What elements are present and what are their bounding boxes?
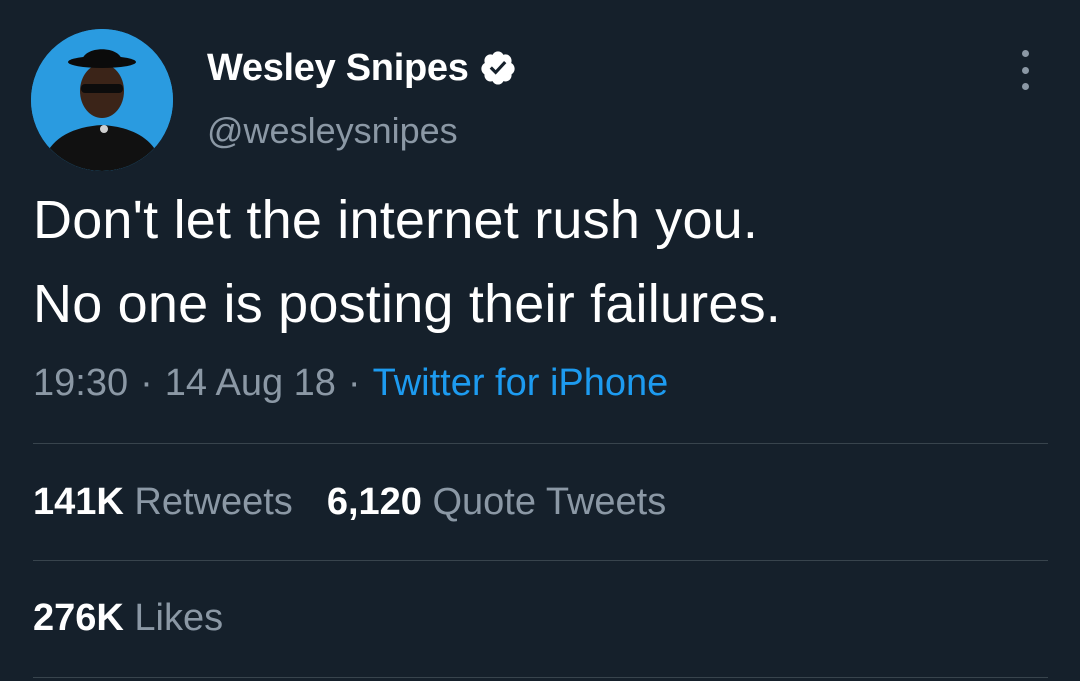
quote-tweets-label: Quote Tweets	[432, 481, 667, 523]
divider	[33, 560, 1048, 561]
likes-stats-row: 276K Likes	[33, 597, 257, 640]
quote-tweets-count: 6,120	[326, 481, 422, 523]
more-dot	[1021, 83, 1029, 90]
verified-badge-icon	[479, 49, 517, 87]
likes-stat[interactable]: 276K Likes	[33, 597, 223, 639]
tweet-meta: 19:30 · 14 Aug 18 · Twitter for iPhone	[33, 362, 668, 405]
tweet-source-link[interactable]: Twitter for iPhone	[373, 362, 669, 404]
tweet-text: Don't let the internet rush you. No one …	[33, 178, 1053, 346]
display-name[interactable]: Wesley Snipes	[207, 47, 469, 90]
avatar-image	[31, 29, 173, 171]
meta-separator: ·	[140, 362, 153, 404]
retweets-stat[interactable]: 141K Retweets	[33, 481, 293, 523]
meta-separator: ·	[347, 362, 361, 404]
more-dot	[1021, 50, 1029, 57]
tweet-text-line: No one is posting their failures.	[33, 274, 781, 334]
retweets-count: 141K	[33, 481, 124, 523]
tweet-time[interactable]: 19:30	[33, 362, 128, 404]
more-options-icon[interactable]	[1010, 50, 1040, 90]
likes-count: 276K	[33, 597, 124, 639]
divider	[33, 443, 1048, 444]
likes-label: Likes	[134, 597, 224, 639]
engagement-stats-row: 141K Retweets 6,120 Quote Tweets	[33, 481, 700, 524]
tweet-text-line: Don't let the internet rush you.	[33, 190, 759, 250]
author-name-row[interactable]: Wesley Snipes	[207, 42, 517, 94]
author-handle[interactable]: @wesleysnipes	[207, 110, 458, 152]
avatar[interactable]	[31, 29, 173, 171]
retweets-label: Retweets	[134, 481, 293, 523]
quote-tweets-stat[interactable]: 6,120 Quote Tweets	[327, 481, 666, 523]
divider	[33, 677, 1048, 678]
more-dot	[1021, 66, 1029, 74]
tweet-date[interactable]: 14 Aug 18	[165, 362, 336, 404]
